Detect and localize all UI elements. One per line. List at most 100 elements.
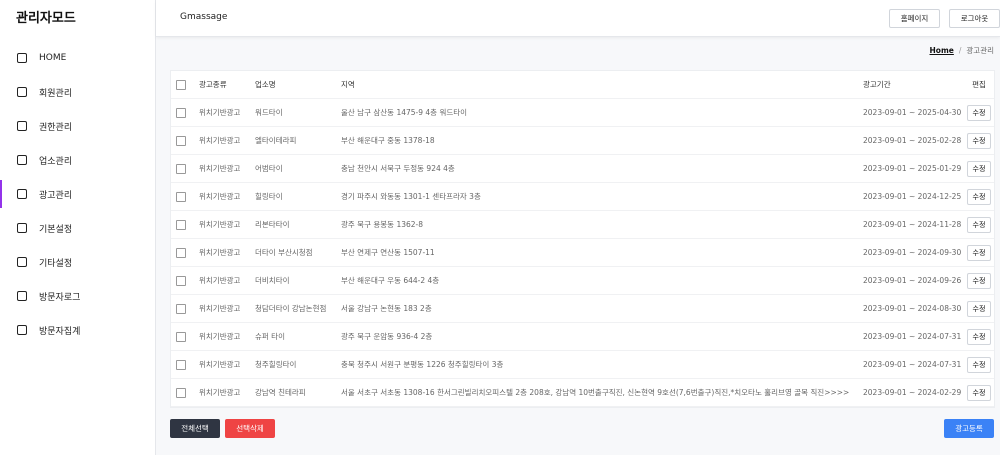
- sidebar-item[interactable]: 방문자로그: [0, 279, 155, 313]
- sidebar-item[interactable]: 권한관리: [0, 109, 155, 143]
- row-checkbox-cell: [176, 183, 188, 211]
- edit-button[interactable]: 수정: [966, 189, 992, 205]
- row-checkbox[interactable]: [176, 164, 186, 174]
- sidebar-title: 관리자모드: [16, 11, 76, 26]
- row-checkbox-cell: [176, 351, 188, 379]
- table-row: 위치기반광고 힐링타이 경기 파주시 와동동 1301-1 센타프라자 3층 2023…: [171, 183, 994, 211]
- register-ad-button[interactable]: 광고등록: [944, 419, 994, 438]
- business-name-cell: 리본타타이: [255, 220, 290, 229]
- row-checkbox-cell: [176, 323, 188, 351]
- row-checkbox[interactable]: [176, 360, 186, 370]
- edit-button[interactable]: 수정: [966, 273, 992, 289]
- square-icon: [17, 291, 27, 301]
- edit-button[interactable]: 수정: [966, 329, 992, 345]
- select-all-checkbox[interactable]: [176, 80, 186, 90]
- edit-cell: 수정: [963, 267, 995, 295]
- breadcrumb-current: 광고관리: [966, 46, 994, 55]
- delete-selected-button[interactable]: 선택삭제: [225, 419, 275, 438]
- row-checkbox[interactable]: [176, 332, 186, 342]
- edit-button[interactable]: 수정: [966, 217, 992, 233]
- row-checkbox[interactable]: [176, 276, 186, 286]
- edit-button[interactable]: 수정: [966, 133, 992, 149]
- region-cell: 부산 연제구 연산동 1507-11: [341, 248, 435, 257]
- row-checkbox-cell: [176, 295, 188, 323]
- sidebar-item[interactable]: 방문자집계: [0, 313, 155, 347]
- region-cell: 부산 해운대구 중동 1378-18: [341, 136, 435, 145]
- breadcrumb-home-link[interactable]: Home: [930, 46, 954, 55]
- ad-type-cell: 위치기반광고: [199, 360, 241, 369]
- sidebar-item-label: 업소관리: [39, 156, 73, 167]
- column-header-name: 업소명: [255, 80, 276, 89]
- ad-type-cell: 위치기반광고: [199, 164, 241, 173]
- edit-cell: 수정: [963, 183, 995, 211]
- row-checkbox-cell: [176, 155, 188, 183]
- region-cell: 울산 남구 삼산동 1475-9 4층 워드타이: [341, 108, 468, 117]
- ad-period-cell: 2023-09-01 ~ 2024-09-30: [863, 248, 962, 257]
- table-row: 위치기반광고 어범타이 충남 천안시 서북구 두정동 924 4층 2023-09-0…: [171, 155, 994, 183]
- region-cell: 충남 천안시 서북구 두정동 924 4층: [341, 164, 455, 173]
- region-cell: 경기 파주시 와동동 1301-1 센타프라자 3층: [341, 192, 481, 201]
- edit-button[interactable]: 수정: [966, 385, 992, 401]
- ad-type-cell: 위치기반광고: [199, 388, 241, 397]
- row-checkbox-cell: [176, 99, 188, 127]
- edit-button[interactable]: 수정: [966, 301, 992, 317]
- header-checkbox-cell: [176, 71, 188, 99]
- sidebar-item-label: 기타설정: [39, 258, 73, 269]
- sidebar-item[interactable]: 업소관리: [0, 143, 155, 177]
- edit-cell: 수정: [963, 295, 995, 323]
- row-checkbox[interactable]: [176, 304, 186, 314]
- business-name-cell: 청담더타이 강남논현점: [255, 304, 327, 313]
- sidebar-item-label: 회원관리: [39, 88, 73, 99]
- square-icon: [17, 87, 27, 97]
- sidebar-item[interactable]: HOME: [0, 41, 155, 75]
- row-checkbox[interactable]: [176, 388, 186, 398]
- sidebar-item-label: 방문자로그: [39, 292, 81, 303]
- region-cell: 서울 서초구 서초동 1308-16 한서그린빌리치오피스텔 2층 208호, …: [341, 388, 850, 397]
- table-body: 위치기반광고 워드타이 울산 남구 삼산동 1475-9 4층 워드타이 2023-0…: [171, 99, 994, 407]
- ad-type-cell: 위치기반광고: [199, 192, 241, 201]
- business-name-cell: 청주힐링타이: [255, 360, 297, 369]
- ad-period-cell: 2023-09-01 ~ 2025-01-29: [863, 164, 962, 173]
- row-checkbox[interactable]: [176, 220, 186, 230]
- table-row: 위치기반광고 리본타타이 광주 북구 용봉동 1362-8 2023-09-01 ~ …: [171, 211, 994, 239]
- row-checkbox[interactable]: [176, 248, 186, 258]
- edit-button[interactable]: 수정: [966, 161, 992, 177]
- sidebar-item[interactable]: 회원관리: [0, 75, 155, 109]
- row-checkbox-cell: [176, 267, 188, 295]
- ad-type-cell: 위치기반광고: [199, 332, 241, 341]
- edit-button[interactable]: 수정: [966, 357, 992, 373]
- sidebar: 관리자모드 HOME 회원관리권한관리업소관리광고관리기본설정기타설정방문자로그방…: [0, 0, 156, 455]
- square-icon: [17, 155, 27, 165]
- sidebar-item-label: 방문자집계: [39, 326, 81, 337]
- edit-cell: 수정: [963, 99, 995, 127]
- select-all-button[interactable]: 전체선택: [170, 419, 220, 438]
- business-name-cell: 더비치타이: [255, 276, 290, 285]
- ad-period-cell: 2023-09-01 ~ 2024-12-25: [863, 192, 962, 201]
- logout-button[interactable]: 로그아웃: [949, 9, 1000, 28]
- ad-period-cell: 2023-09-01 ~ 2024-02-29: [863, 388, 962, 397]
- row-checkbox[interactable]: [176, 108, 186, 118]
- sidebar-item[interactable]: 기타설정: [0, 245, 155, 279]
- homepage-button[interactable]: 홈페이지: [889, 9, 940, 28]
- ad-period-cell: 2023-09-01 ~ 2025-04-30: [863, 108, 962, 117]
- edit-button[interactable]: 수정: [966, 105, 992, 121]
- edit-cell: 수정: [963, 155, 995, 183]
- ad-type-cell: 위치기반광고: [199, 136, 241, 145]
- ad-type-cell: 위치기반광고: [199, 248, 241, 257]
- column-header-edit: 편집: [972, 80, 986, 89]
- sidebar-nav: HOME 회원관리권한관리업소관리광고관리기본설정기타설정방문자로그방문자집계: [0, 41, 155, 347]
- edit-cell: 수정: [963, 323, 995, 351]
- ad-period-cell: 2023-09-01 ~ 2024-07-31: [863, 332, 962, 341]
- edit-cell: 수정: [963, 127, 995, 155]
- row-checkbox[interactable]: [176, 136, 186, 146]
- edit-button[interactable]: 수정: [966, 245, 992, 261]
- sidebar-item-label: 광고관리: [39, 190, 73, 201]
- business-name-cell: 강남역 친테라피: [255, 388, 306, 397]
- region-cell: 부산 해운대구 우동 644-2 4층: [341, 276, 440, 285]
- breadcrumb: Home / 광고관리: [930, 45, 994, 56]
- sidebar-item-label: 기본설정: [39, 224, 73, 235]
- sidebar-item[interactable]: 기본설정: [0, 211, 155, 245]
- sidebar-item[interactable]: 광고관리: [0, 177, 155, 211]
- row-checkbox[interactable]: [176, 192, 186, 202]
- business-name-cell: 워드타이: [255, 108, 283, 117]
